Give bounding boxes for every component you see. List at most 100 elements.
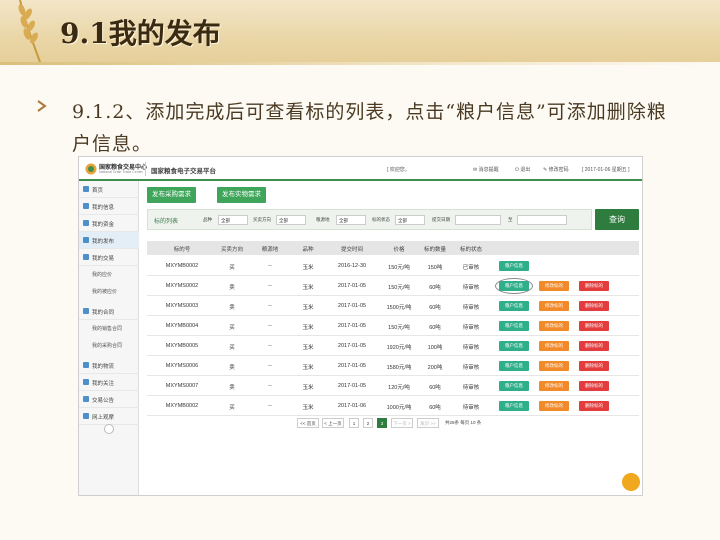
slide-header: 9.1我的发布: [0, 0, 720, 62]
sidebar-subitem-sales-contract[interactable]: 我的销售合同: [92, 325, 122, 332]
edit-listing-button[interactable]: 修改标的: [539, 401, 569, 411]
kind-select[interactable]: 全部: [218, 215, 248, 225]
status-select[interactable]: 全部: [395, 215, 425, 225]
edit-listing-button[interactable]: 修改标的: [539, 381, 569, 391]
sidebar-subitem-bids-received[interactable]: 我的被应价: [92, 288, 117, 295]
col-direction: 买卖方向: [220, 247, 243, 253]
collapse-sidebar-button[interactable]: [104, 424, 114, 434]
app-topbar: 国家粮食交易中心 National Grain Trade Center 国家粮…: [79, 157, 642, 181]
grower-info-button[interactable]: 粮户信息: [499, 341, 529, 351]
welcome-text: [ 欢迎您，: [387, 167, 410, 173]
origin-select[interactable]: 全部: [336, 215, 366, 225]
sidebar-item-publish[interactable]: 我的发布: [79, 232, 139, 249]
cell-qty: 60吨: [429, 285, 441, 291]
logo-subtext: National Grain Trade Center: [99, 170, 143, 174]
delete-listing-button[interactable]: 删除标的: [579, 281, 609, 291]
col-qty: 标的数量: [423, 247, 446, 253]
pager-page-1[interactable]: 1: [349, 418, 359, 428]
cell-status: 待审核: [462, 345, 480, 351]
delete-listing-button[interactable]: 删除标的: [579, 341, 609, 351]
delete-listing-button[interactable]: 删除标的: [579, 381, 609, 391]
cell-status: 待审核: [462, 385, 480, 391]
publish-purchase-button[interactable]: 发布采购需求: [147, 187, 196, 203]
col-price: 价格: [393, 247, 405, 253]
cell-id: MXYMB0002: [165, 403, 199, 409]
cell-dir: 买: [229, 405, 235, 411]
cell-kind: 玉米: [302, 265, 314, 271]
cell-qty: 60吨: [429, 405, 441, 411]
edit-listing-button[interactable]: 修改标的: [539, 301, 569, 311]
logout-link[interactable]: ⏻ 退出: [515, 166, 530, 173]
pager-page-3[interactable]: 3: [377, 418, 387, 428]
grower-info-button[interactable]: 粮户信息: [499, 301, 529, 311]
edit-listing-button[interactable]: 修改标的: [539, 321, 569, 331]
filter-bar: 标的列表 品种 全部 买卖方向 全部 粮源地 全部 标的状态 全部 提交日期 至: [147, 209, 592, 230]
heart-icon: [83, 379, 89, 385]
delete-listing-button[interactable]: 删除标的: [579, 321, 609, 331]
pager-first[interactable]: << 首页: [297, 418, 319, 428]
delete-listing-button[interactable]: 删除标的: [579, 361, 609, 371]
sidebar-item-trade[interactable]: 我的交易: [79, 249, 139, 266]
help-icon[interactable]: [622, 473, 640, 491]
cell-id: MXYMB0002: [165, 263, 199, 269]
grower-info-button[interactable]: 粮户信息: [499, 381, 529, 391]
sidebar-item-announcements[interactable]: 交易公告: [79, 391, 139, 408]
pager-page-2[interactable]: 2: [363, 418, 373, 428]
edit-listing-button[interactable]: 修改标的: [539, 341, 569, 351]
table-row: MXYMS0006 卖 -- 玉米 2017-01-05 1580元/吨 200吨 待审核 粮户…: [147, 356, 639, 376]
grower-info-button[interactable]: 粮户信息: [499, 261, 529, 271]
pager-prev[interactable]: < 上一页: [322, 418, 344, 428]
col-kind: 品种: [302, 247, 314, 253]
cell-price: 1580元/吨: [386, 365, 412, 371]
sidebar-item-contract[interactable]: 我的合同: [79, 303, 139, 320]
grower-info-button[interactable]: 粮户信息: [499, 361, 529, 371]
sidebar-subitem-purchase-contract[interactable]: 我的采购合同: [92, 342, 122, 349]
cell-status: 待审核: [462, 405, 480, 411]
grower-info-button[interactable]: 粮户信息: [499, 321, 529, 331]
col-id: 标的号: [173, 247, 191, 253]
divider: [145, 162, 146, 176]
edit-listing-button[interactable]: 修改标的: [539, 361, 569, 371]
cell-kind: 玉米: [302, 345, 314, 351]
sidebar-item-observe[interactable]: 网上观摩: [79, 408, 139, 425]
cell-id: MXYMS0003: [165, 303, 199, 309]
cell-price: 1500元/吨: [386, 305, 412, 311]
direction-select[interactable]: 全部: [276, 215, 306, 225]
cell-qty: 200吨: [427, 365, 443, 371]
search-button[interactable]: 查询: [595, 209, 639, 230]
delete-listing-button[interactable]: 删除标的: [579, 401, 609, 411]
edit-listing-button[interactable]: 修改标的: [539, 281, 569, 291]
contract-icon: [83, 308, 89, 314]
cell-id: MXYMS0002: [165, 283, 199, 289]
date-from-input[interactable]: [455, 215, 501, 225]
date-to-input[interactable]: [517, 215, 567, 225]
table-row: MXYMS0003 卖 -- 玉米 2017-01-05 1500元/吨 60吨 待审核 粮户信…: [147, 296, 639, 316]
sidebar-item-info[interactable]: 我的信息: [79, 198, 139, 215]
sidebar-subitem-my-bids[interactable]: 我的应价: [92, 271, 112, 278]
table-row: MXYMS0007 卖 -- 玉米 2017-01-05 120元/吨 60吨 待审核 粮户信息…: [147, 376, 639, 396]
grower-info-button[interactable]: 粮户信息: [499, 401, 529, 411]
cell-date: 2017-01-06: [337, 403, 367, 409]
delete-listing-button[interactable]: 删除标的: [579, 301, 609, 311]
cell-status: 待审核: [462, 365, 480, 371]
sidebar-item-funds[interactable]: 我的资金: [79, 215, 139, 232]
sidebar-item-follow[interactable]: 我的关注: [79, 374, 139, 391]
cell-origin: --: [268, 383, 272, 389]
publish-supply-button[interactable]: 发布实物需求: [217, 187, 266, 203]
sidebar-item-logistics[interactable]: 我的物流: [79, 357, 139, 374]
change-password-link[interactable]: ✎ 修改密码: [543, 166, 569, 173]
slide-title: 9.1我的发布: [60, 17, 221, 50]
cell-price: 1920元/吨: [386, 345, 412, 351]
cell-origin: --: [268, 363, 272, 369]
cell-qty: 150吨: [427, 265, 443, 271]
filter-label-kind: 品种: [203, 217, 212, 222]
pager-last[interactable]: 尾页 >>: [417, 418, 439, 428]
sidebar-item-home[interactable]: 首页: [79, 181, 139, 198]
bullet-text: 9.1.2、添加完成后可查看标的列表，点击“粮户信息”可添加删除粮户信息。: [72, 101, 667, 155]
cell-price: 150元/吨: [388, 265, 410, 271]
messages-link[interactable]: ✉ 消息提醒: [473, 166, 499, 173]
pager-next[interactable]: 下一页 >: [391, 418, 413, 428]
logo-icon: [85, 163, 97, 175]
cell-id: MXYMS0007: [165, 383, 199, 389]
cell-origin: --: [268, 323, 272, 329]
